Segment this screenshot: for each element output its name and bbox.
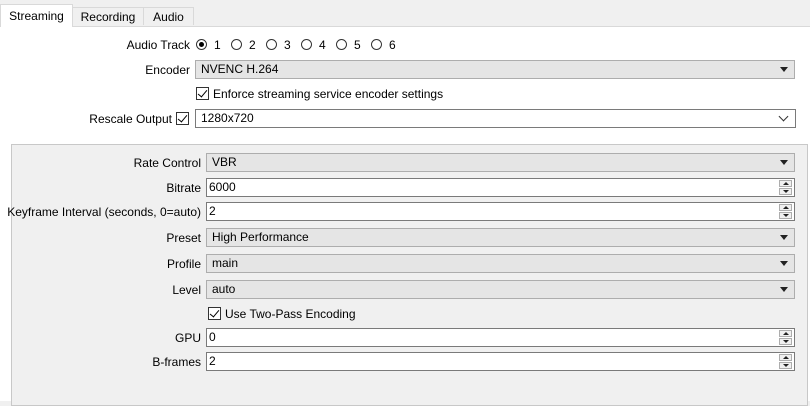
rescale-resolution-combo[interactable]: 1280x720 [195, 109, 796, 128]
tab-streaming[interactable]: Streaming [0, 4, 73, 27]
spin-down-icon[interactable] [779, 188, 792, 195]
tab-audio-label: Audio [153, 10, 184, 24]
tab-recording-label: Recording [80, 10, 136, 24]
level-label: Level [172, 283, 201, 297]
enforce-encoder-settings-label: Enforce streaming service encoder settin… [213, 87, 444, 101]
encoder-label: Encoder [145, 63, 190, 77]
audio-track-radio-6-label: 6 [389, 38, 396, 52]
chevron-down-icon [780, 160, 788, 165]
audio-track-radio-3[interactable] [266, 39, 277, 50]
chevron-down-icon [780, 235, 788, 240]
spin-down-icon[interactable] [779, 338, 792, 345]
tab-audio[interactable]: Audio [143, 7, 194, 25]
audio-track-radio-group: 1 2 3 4 5 6 [196, 38, 406, 52]
bitrate-label: Bitrate [166, 181, 201, 195]
gpu-spinbox[interactable]: 0 [206, 328, 795, 347]
rescale-output-label: Rescale Output [89, 112, 172, 126]
encoder-select[interactable]: NVENC H.264 [195, 60, 795, 79]
audio-track-radio-4[interactable] [301, 39, 312, 50]
spin-up-icon[interactable] [779, 180, 792, 187]
chevron-down-icon [780, 67, 788, 72]
rate-control-value: VBR [212, 155, 237, 169]
bframes-spin-buttons [779, 354, 792, 369]
spin-up-icon[interactable] [779, 330, 792, 337]
two-pass-encoding-label: Use Two-Pass Encoding [225, 307, 356, 321]
chevron-down-icon [780, 287, 788, 292]
rate-control-select[interactable]: VBR [206, 153, 795, 172]
bframes-value: 2 [209, 354, 216, 368]
profile-value: main [212, 256, 239, 270]
gpu-label: GPU [174, 331, 201, 345]
preset-select[interactable]: High Performance [206, 228, 795, 247]
spin-down-icon[interactable] [779, 212, 792, 219]
level-value: auto [212, 282, 236, 296]
preset-label: Preset [166, 231, 201, 245]
chevron-down-icon [780, 261, 788, 266]
audio-track-radio-4-label: 4 [319, 38, 326, 52]
profile-label: Profile [166, 257, 201, 271]
audio-track-radio-5-label: 5 [354, 38, 361, 52]
bitrate-spinbox[interactable]: 6000 [206, 178, 795, 197]
audio-track-radio-3-label: 3 [284, 38, 291, 52]
bitrate-spin-buttons [779, 180, 792, 195]
keyframe-interval-spinbox[interactable]: 2 [206, 202, 795, 221]
profile-select[interactable]: main [206, 254, 795, 273]
audio-track-radio-2[interactable] [231, 39, 242, 50]
bframes-spinbox[interactable]: 2 [206, 352, 795, 371]
gpu-spin-buttons [779, 330, 792, 345]
audio-track-label: Audio Track [126, 38, 190, 52]
bitrate-value: 6000 [209, 180, 236, 194]
keyframe-interval-value: 2 [209, 204, 216, 218]
rescale-output-checkbox[interactable] [176, 112, 189, 125]
gpu-value: 0 [209, 330, 216, 344]
keyframe-spin-buttons [779, 204, 792, 219]
level-select[interactable]: auto [206, 280, 795, 299]
audio-track-radio-1-label: 1 [214, 38, 221, 52]
spin-up-icon[interactable] [779, 204, 792, 211]
audio-track-radio-5[interactable] [336, 39, 347, 50]
audio-track-radio-1[interactable] [196, 39, 207, 50]
audio-track-radio-6[interactable] [371, 39, 382, 50]
spin-up-icon[interactable] [779, 354, 792, 361]
bframes-label: B-frames [152, 355, 201, 369]
rescale-resolution-value: 1280x720 [201, 111, 254, 125]
preset-value: High Performance [212, 230, 309, 244]
audio-track-radio-2-label: 2 [249, 38, 256, 52]
encoder-value: NVENC H.264 [201, 62, 279, 76]
spin-down-icon[interactable] [779, 362, 792, 369]
rate-control-label: Rate Control [133, 156, 201, 170]
tab-recording[interactable]: Recording [72, 7, 144, 25]
tab-bar: Streaming Recording Audio [0, 0, 810, 27]
chevron-down-icon [778, 111, 789, 122]
keyframe-interval-label: Keyframe Interval (seconds, 0=auto) [7, 205, 201, 219]
enforce-encoder-settings-checkbox[interactable] [196, 87, 209, 100]
two-pass-encoding-checkbox[interactable] [208, 307, 221, 320]
tab-streaming-label: Streaming [9, 9, 64, 23]
